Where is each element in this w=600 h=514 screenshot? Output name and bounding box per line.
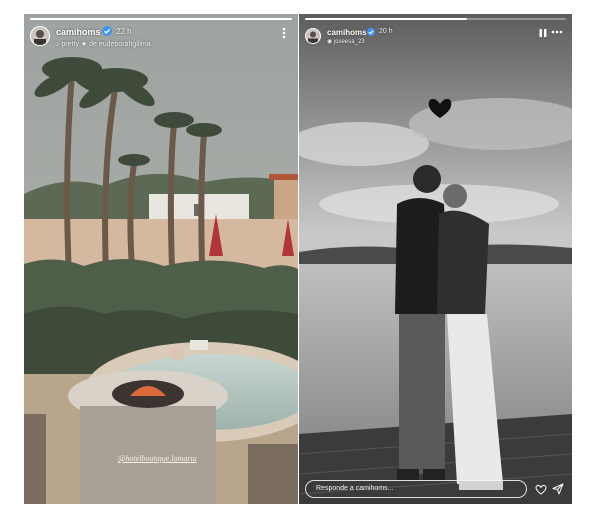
location-mention[interactable]: @hotelboutique.lamaria	[118, 454, 197, 463]
story-header: camihoms 22 h ♪ pretty ★ de eudeborahgll…	[30, 24, 292, 58]
music-credit-text: pretty ★ de eudeborahgllima	[61, 41, 151, 48]
story-progress-fill	[30, 18, 292, 20]
username[interactable]: camihoms	[56, 27, 101, 37]
story-progress-bar	[305, 18, 566, 20]
post-time: 22 h	[116, 27, 132, 36]
post-time: 20 h	[379, 28, 393, 35]
avatar[interactable]	[30, 26, 50, 46]
username[interactable]: camihoms	[327, 28, 367, 37]
story-right-photo	[299, 14, 572, 504]
music-credit[interactable]: ♪ pretty ★ de eudeborahgllima	[56, 40, 151, 48]
verified-icon	[367, 28, 375, 36]
tagged-user-text: joseesa_23	[333, 39, 365, 45]
reply-input[interactable]: Responde a camihoms...	[305, 480, 527, 498]
heart-icon[interactable]	[535, 484, 547, 495]
story-header: camihoms 20 h ◉ joseesa_23	[305, 24, 566, 58]
at-icon: ◉	[327, 39, 333, 45]
avatar-image	[31, 27, 49, 45]
music-note-icon: ♪	[56, 41, 60, 48]
more-icon[interactable]	[550, 26, 564, 38]
avatar-image	[306, 29, 320, 43]
story-right[interactable]: camihoms 20 h ◉ joseesa_23 Responde a ca…	[299, 14, 572, 504]
avatar[interactable]	[305, 28, 321, 44]
send-icon[interactable]	[552, 483, 564, 495]
story-progress-bar	[30, 18, 292, 20]
tagged-user[interactable]: ◉ joseesa_23	[327, 38, 365, 45]
story-left-photo	[24, 14, 298, 504]
pause-icon[interactable]	[538, 27, 548, 39]
story-left[interactable]: camihoms 22 h ♪ pretty ★ de eudeborahgll…	[24, 14, 298, 504]
reply-placeholder: Responde a camihoms...	[316, 485, 394, 492]
verified-icon	[102, 26, 112, 36]
story-progress-fill	[305, 18, 467, 20]
more-icon[interactable]	[278, 26, 290, 40]
